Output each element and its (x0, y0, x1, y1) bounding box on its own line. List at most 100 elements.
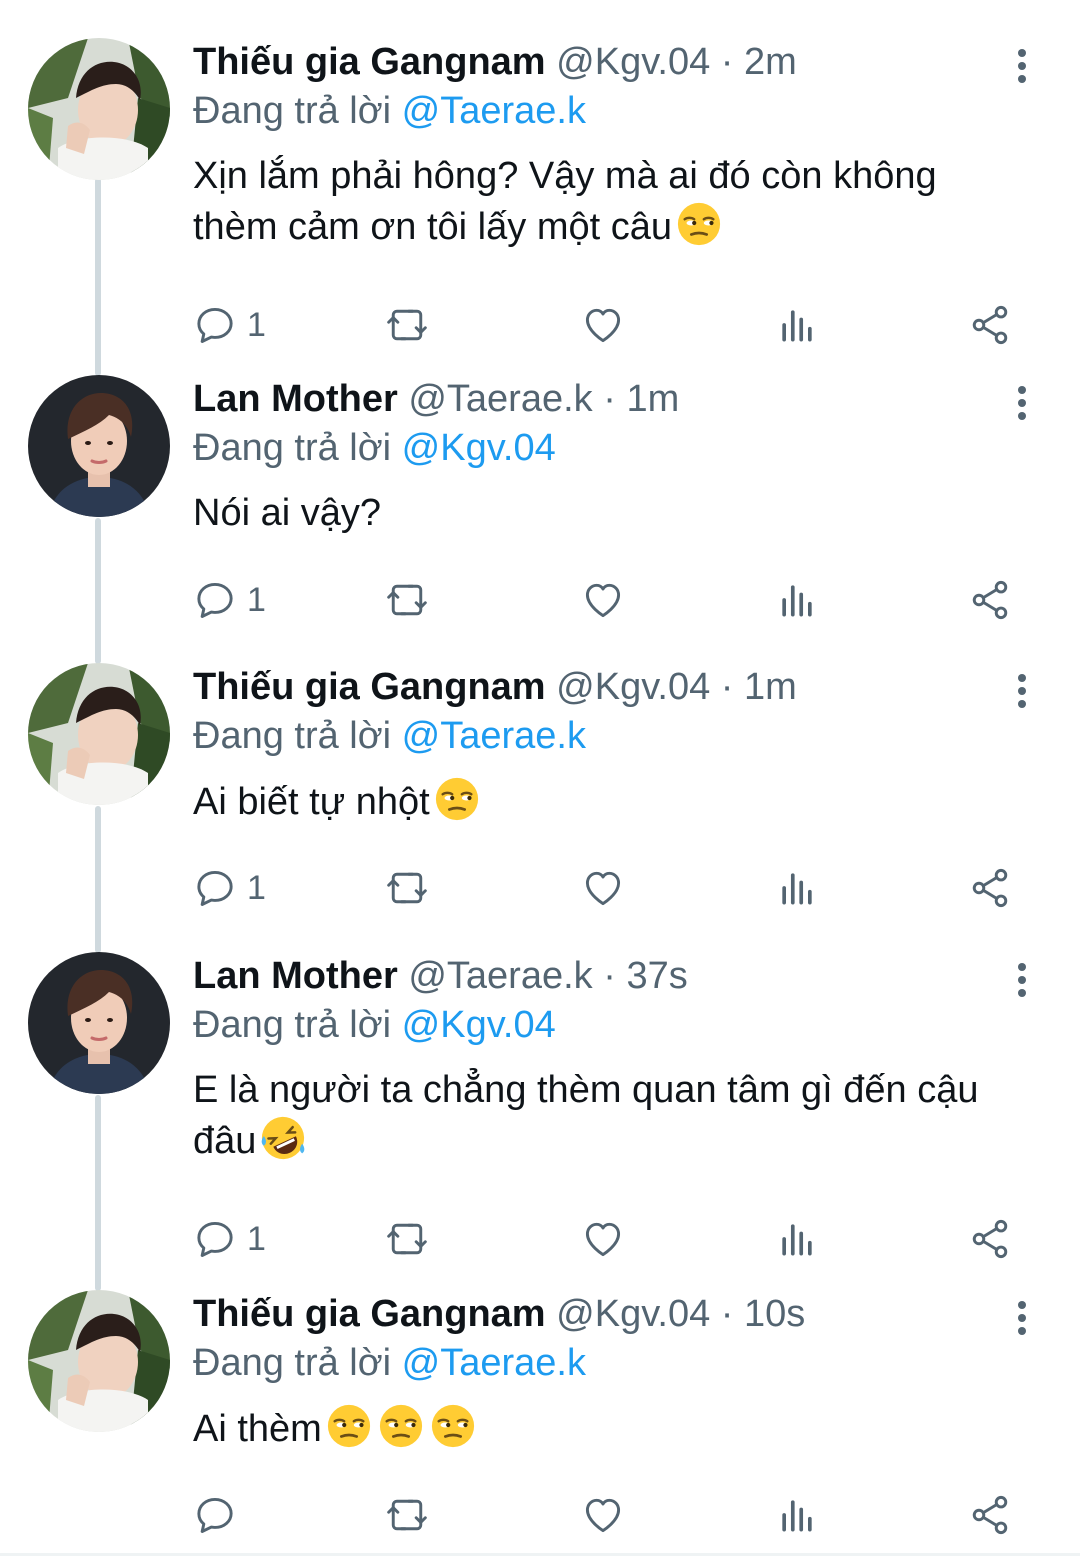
reply-button[interactable]: 1 (193, 863, 266, 913)
replying-to-line: Đang trả lời @Taerae.k (193, 1339, 1040, 1387)
tweet-content: Lan Mother @Taerae.k · 37s Đang trả lời @… (193, 952, 1040, 1166)
more-options-icon[interactable] (1004, 671, 1040, 711)
like-button[interactable] (581, 300, 625, 350)
replying-to-line: Đang trả lời @Kgv.04 (193, 424, 1040, 472)
rolling-laughing-emoji (260, 1115, 306, 1161)
unamused-emoji (430, 1403, 476, 1449)
retweet-button[interactable] (385, 300, 429, 350)
share-button[interactable] (968, 300, 1012, 350)
retweet-button[interactable] (385, 863, 429, 913)
reply-count: 1 (247, 1219, 266, 1258)
mention-link[interactable]: @Taerae.k (402, 715, 586, 757)
replying-to-label: Đang trả lời (193, 1342, 392, 1384)
avatar[interactable] (28, 663, 170, 805)
reply-icon (193, 1493, 237, 1537)
author-handle[interactable]: @Kgv.04 (556, 41, 710, 83)
tweet-item[interactable]: Thiếu gia Gangnam @Kgv.04 · 1m Đang trả l… (0, 663, 1080, 952)
retweet-button[interactable] (385, 575, 429, 625)
share-button[interactable] (968, 1490, 1012, 1540)
separator-dot: · (592, 955, 627, 997)
views-button[interactable] (775, 1214, 819, 1264)
more-options-icon[interactable] (1004, 960, 1040, 1000)
avatar[interactable] (28, 375, 170, 517)
mention-link[interactable]: @Taerae.k (402, 90, 586, 132)
tweet-actions: 1 (193, 300, 1020, 350)
mention-link[interactable]: @Taerae.k (402, 1342, 586, 1384)
retweet-button[interactable] (385, 1490, 429, 1540)
share-button[interactable] (968, 863, 1012, 913)
share-button[interactable] (968, 1214, 1012, 1264)
tweet-header: Thiếu gia Gangnam @Kgv.04 · 10s (193, 1290, 1040, 1338)
more-options-icon[interactable] (1004, 383, 1040, 423)
author-name[interactable]: Lan Mother (193, 378, 398, 420)
avatar[interactable] (28, 1290, 170, 1432)
author-name[interactable]: Thiếu gia Gangnam (193, 41, 546, 83)
replying-to-label: Đang trả lời (193, 1004, 392, 1046)
author-name[interactable]: Thiếu gia Gangnam (193, 666, 546, 708)
separator-dot: · (710, 1293, 745, 1335)
avatar[interactable] (28, 38, 170, 180)
retweet-icon (385, 303, 429, 347)
tweet-actions (193, 1490, 1020, 1540)
tweet-item[interactable]: Thiếu gia Gangnam @Kgv.04 · 10s Đang trả … (0, 1290, 1080, 1556)
unamused-emoji (326, 1403, 372, 1449)
share-icon (968, 1493, 1012, 1537)
views-button[interactable] (775, 863, 819, 913)
more-options-icon[interactable] (1004, 46, 1040, 86)
tweet-header: Thiếu gia Gangnam @Kgv.04 · 2m (193, 38, 1040, 86)
tweet-header: Thiếu gia Gangnam @Kgv.04 · 1m (193, 663, 1040, 711)
analytics-icon (775, 866, 819, 910)
retweet-icon (385, 1217, 429, 1261)
like-button[interactable] (581, 1490, 625, 1540)
reply-count: 1 (247, 868, 266, 907)
share-button[interactable] (968, 575, 1012, 625)
share-icon (968, 303, 1012, 347)
tweet-header: Lan Mother @Taerae.k · 37s (193, 952, 1040, 1000)
analytics-icon (775, 303, 819, 347)
reply-button[interactable]: 1 (193, 300, 266, 350)
author-name[interactable]: Lan Mother (193, 955, 398, 997)
author-handle[interactable]: @Taerae.k (408, 955, 592, 997)
tweet-content: Thiếu gia Gangnam @Kgv.04 · 1m Đang trả l… (193, 663, 1040, 827)
tweet-body: Xịn lắm phải hông? Vậy mà ai đó còn khôn… (193, 155, 937, 248)
tweet-text: Nói ai vậy? (193, 488, 1040, 538)
more-options-icon[interactable] (1004, 1298, 1040, 1338)
views-button[interactable] (775, 300, 819, 350)
views-button[interactable] (775, 575, 819, 625)
mention-link[interactable]: @Kgv.04 (402, 427, 556, 469)
retweet-button[interactable] (385, 1214, 429, 1264)
author-name[interactable]: Thiếu gia Gangnam (193, 1293, 546, 1335)
tweet-body: Ai thèm (193, 1408, 322, 1450)
unamused-emoji (378, 1403, 424, 1449)
reply-icon (193, 1217, 237, 1261)
like-button[interactable] (581, 1214, 625, 1264)
tweet-item[interactable]: Lan Mother @Taerae.k · 37s Đang trả lời @… (0, 952, 1080, 1290)
tweet-item[interactable]: Lan Mother @Taerae.k · 1m Đang trả lời @K… (0, 375, 1080, 663)
tweet-item[interactable]: Thiếu gia Gangnam @Kgv.04 · 2m Đang trả l… (0, 38, 1080, 376)
tweet-body: E là người ta chẳng thèm quan tâm gì đến… (193, 1069, 979, 1162)
views-button[interactable] (775, 1490, 819, 1540)
tweet-timestamp[interactable]: 1m (744, 666, 797, 708)
tweet-content: Thiếu gia Gangnam @Kgv.04 · 10s Đang trả … (193, 1290, 1040, 1454)
author-handle[interactable]: @Kgv.04 (556, 1293, 710, 1335)
tweet-timestamp[interactable]: 2m (744, 41, 797, 83)
author-handle[interactable]: @Kgv.04 (556, 666, 710, 708)
like-button[interactable] (581, 863, 625, 913)
tweet-timestamp[interactable]: 10s (744, 1293, 805, 1335)
reply-button[interactable] (193, 1490, 237, 1540)
analytics-icon (775, 1217, 819, 1261)
tweet-timestamp[interactable]: 37s (626, 955, 687, 997)
avatar[interactable] (28, 952, 170, 1094)
tweet-timestamp[interactable]: 1m (626, 378, 679, 420)
reply-button[interactable]: 1 (193, 1214, 266, 1264)
author-handle[interactable]: @Taerae.k (408, 378, 592, 420)
like-button[interactable] (581, 575, 625, 625)
separator-dot: · (710, 666, 745, 708)
analytics-icon (775, 1493, 819, 1537)
reply-count: 1 (247, 580, 266, 619)
share-icon (968, 866, 1012, 910)
tweet-text: E là người ta chẳng thèm quan tâm gì đến… (193, 1065, 993, 1166)
reply-button[interactable]: 1 (193, 575, 266, 625)
heart-icon (581, 1493, 625, 1537)
mention-link[interactable]: @Kgv.04 (402, 1004, 556, 1046)
